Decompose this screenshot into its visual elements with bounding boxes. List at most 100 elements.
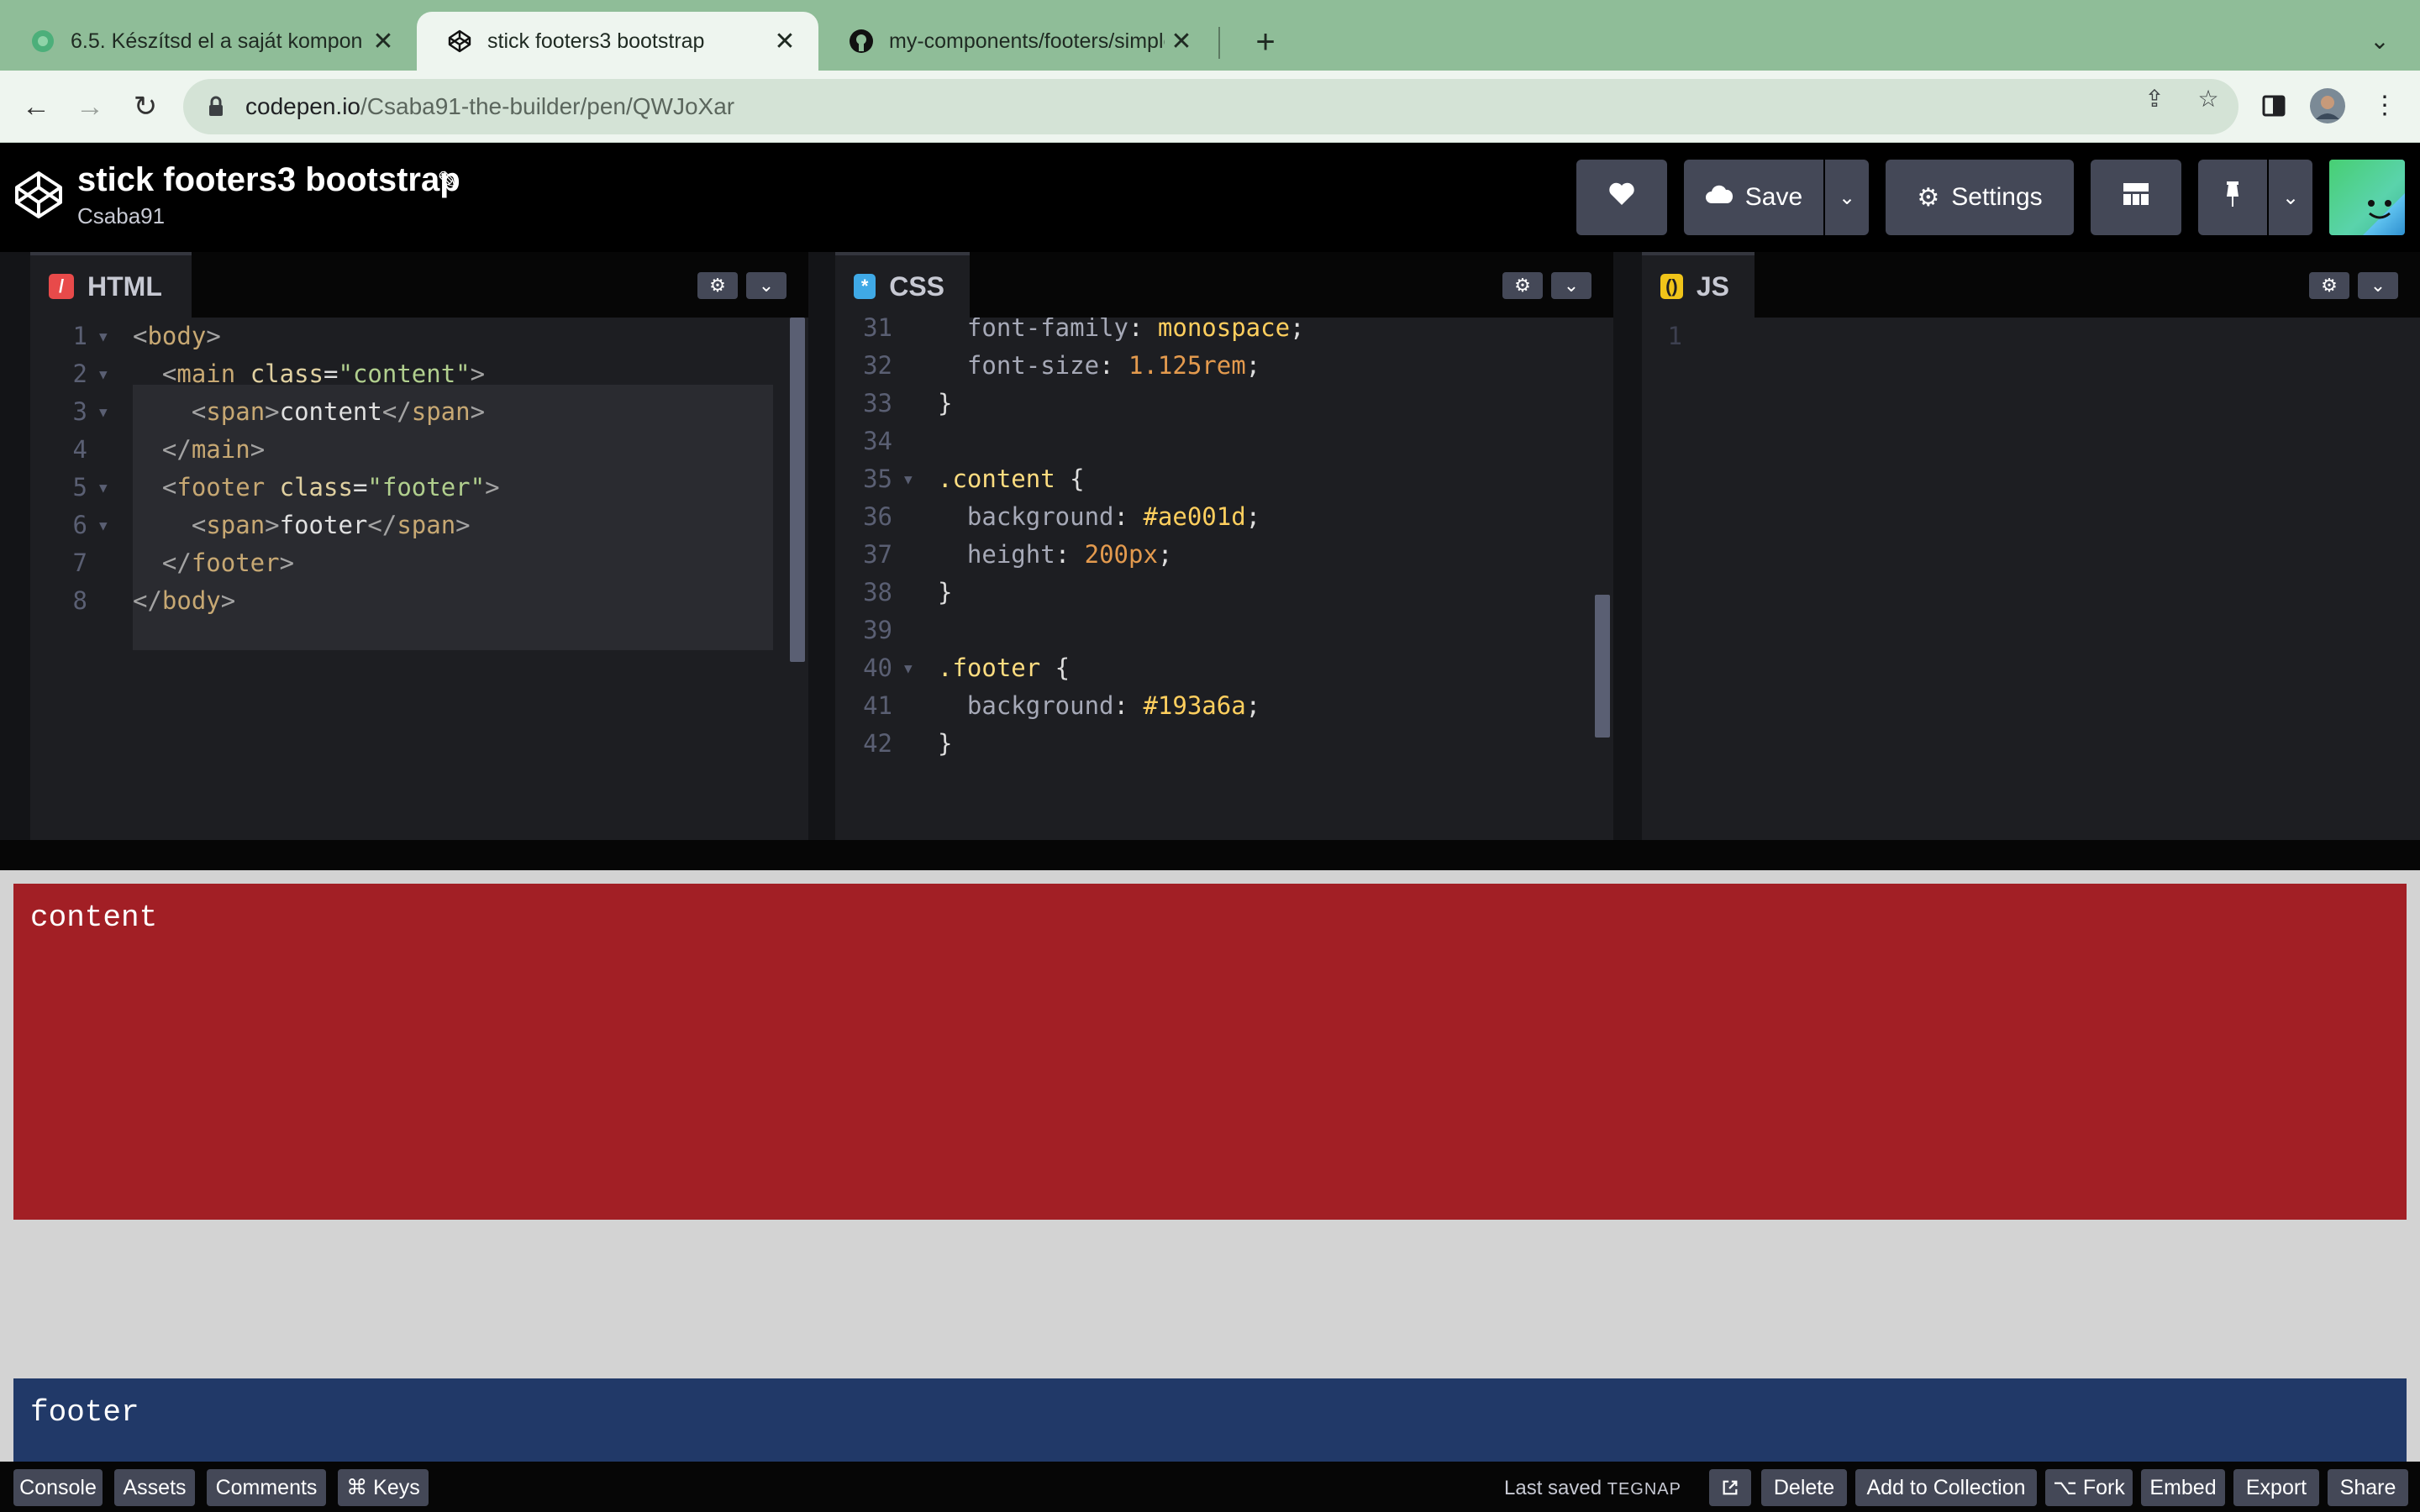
comments-button[interactable]: Comments <box>207 1469 326 1506</box>
settings-label: Settings <box>1951 183 2043 211</box>
export-button[interactable]: Export <box>2233 1469 2319 1506</box>
save-options-button[interactable]: ⌄ <box>1825 160 1869 235</box>
chevron-down-icon[interactable]: ⌄ <box>2363 20 2396 62</box>
html-scrollbar[interactable] <box>790 318 805 662</box>
code-line: 36 background: #ae001d; <box>863 502 1261 531</box>
pane-resizer[interactable] <box>0 840 2420 870</box>
save-button[interactable]: Save <box>1684 160 1823 235</box>
preview-footer-text: footer <box>30 1395 139 1430</box>
close-icon[interactable]: ✕ <box>366 27 400 56</box>
heart-button[interactable] <box>1576 160 1667 235</box>
last-saved-time: TEGNAP <box>1607 1480 1681 1499</box>
html-pane-header: / HTML ⚙ ⌄ <box>30 252 808 318</box>
settings-button[interactable]: ⚙ Settings <box>1886 160 2074 235</box>
pin-icon <box>2223 180 2243 215</box>
tab-title: my-components/footers/simple <box>889 29 1165 53</box>
share-icon[interactable]: ⇪ <box>2139 84 2170 114</box>
codepen-icon <box>447 29 472 54</box>
code-line: 5 ▼ <footer class="footer"> <box>72 473 500 501</box>
cloud-icon <box>1705 183 1733 212</box>
code-line: 32 font-size: 1.125rem; <box>863 351 1261 380</box>
js-editor-pane: () JS ⚙ ⌄ 1 <box>1642 252 2420 840</box>
css-code-editor[interactable]: 31 font-family: monospace; 32 font-size:… <box>835 318 1613 840</box>
code-line: 4 </main> <box>72 435 266 464</box>
address-bar[interactable]: codepen.io/Csaba91-the-builder/pen/QWJoX… <box>183 79 2238 134</box>
gear-icon[interactable]: ⚙ <box>697 272 738 299</box>
star-icon[interactable]: ☆ <box>2193 84 2223 114</box>
assets-button[interactable]: Assets <box>114 1469 195 1506</box>
code-line: 34 <box>863 427 892 455</box>
browser-tab-github[interactable]: my-components/footers/simple ✕ <box>818 12 1215 71</box>
tab-css[interactable]: * CSS <box>835 252 970 318</box>
gear-icon[interactable]: ⚙ <box>2309 272 2349 299</box>
code-line: 3 ▼ <span>content</span> <box>72 397 486 426</box>
fork-button[interactable]: ⌥ Fork <box>2045 1469 2133 1506</box>
url-domain: codepen.io <box>245 93 361 119</box>
preview-footer-block: footer <box>13 1378 2407 1462</box>
last-saved-label: Last saved <box>1504 1477 1602 1499</box>
gear-icon[interactable]: ⚙ <box>1502 272 1543 299</box>
js-code-editor[interactable]: 1 <box>1642 318 2420 840</box>
layout-icon <box>2123 182 2149 213</box>
html-code-editor[interactable]: 1 ▼ <body> 2 ▼ <main class="content"> 3 ▼ <s… <box>30 318 808 840</box>
tab-title: 6.5. Készítsd el a saját kompon <box>71 29 363 53</box>
code-line: 35 ▼ .content { <box>863 465 1085 493</box>
user-avatar[interactable] <box>2329 160 2405 235</box>
console-button[interactable]: Console <box>13 1469 103 1506</box>
code-line: 1 <box>1667 322 1682 350</box>
code-line: 41 background: #193a6a; <box>863 691 1261 720</box>
lock-icon[interactable] <box>203 94 229 119</box>
new-tab-icon[interactable]: + <box>1242 18 1289 66</box>
reload-icon[interactable]: ↻ <box>126 87 165 126</box>
change-view-button[interactable] <box>2091 160 2181 235</box>
tab-html[interactable]: / HTML <box>30 252 192 318</box>
css-pane-header: * CSS ⚙ ⌄ <box>835 252 1613 318</box>
more-vert-icon[interactable]: ⋮ <box>2365 86 2405 126</box>
pane-title: CSS <box>889 270 944 302</box>
last-saved-status: Last saved TEGNAP <box>1504 1477 1681 1500</box>
html-badge-icon: / <box>49 274 74 299</box>
css-scrollbar[interactable] <box>1595 595 1610 738</box>
tab-separator <box>1218 27 1220 59</box>
tab-title: stick footers3 bootstrap <box>487 29 705 53</box>
browser-tab-codepen[interactable]: stick footers3 bootstrap ✕ <box>417 12 818 71</box>
url-path: /Csaba91-the-builder/pen/QWJoXar <box>360 93 735 119</box>
close-icon[interactable]: ✕ <box>1165 27 1198 56</box>
pencil-icon[interactable]: ✎ <box>437 166 458 196</box>
add-to-collection-button[interactable]: Add to Collection <box>1855 1469 2037 1506</box>
profile-avatar[interactable] <box>2307 86 2348 126</box>
js-pane-header: () JS ⚙ ⌄ <box>1642 252 2420 318</box>
chevron-down-icon: ⌄ <box>1838 186 1856 209</box>
embed-button[interactable]: Embed <box>2141 1469 2225 1506</box>
css-badge-icon: * <box>854 274 876 299</box>
chevron-down-icon[interactable]: ⌄ <box>746 272 786 299</box>
code-line: 33} <box>863 389 953 417</box>
delete-button[interactable]: Delete <box>1761 1469 1847 1506</box>
codepen-logo-icon[interactable] <box>12 168 66 222</box>
browser-toolbar: ← → ↻ codepen.io/Csaba91-the-builder/pen… <box>0 71 2420 143</box>
chevron-down-icon[interactable]: ⌄ <box>2358 272 2398 299</box>
code-line: 2 ▼ <main class="content"> <box>72 360 486 388</box>
preview-content-text: content <box>30 900 158 935</box>
css-editor-pane: * CSS ⚙ ⌄ 31 font-family: monospace; 32 … <box>835 252 1613 840</box>
pin-button[interactable] <box>2198 160 2267 235</box>
tab-js[interactable]: () JS <box>1642 252 1754 318</box>
pin-options-button[interactable]: ⌄ <box>2269 160 2312 235</box>
side-panel-icon[interactable] <box>2254 86 2294 126</box>
editor-area: / HTML ⚙ ⌄ 1 ▼ <body> 2 ▼ <main class="cont… <box>0 252 2420 840</box>
close-icon[interactable]: ✕ <box>768 27 802 56</box>
back-icon[interactable]: ← <box>17 87 55 126</box>
pen-title[interactable]: stick footers3 bootstrap <box>77 161 460 199</box>
circle-green-icon <box>30 29 55 54</box>
browser-tab-lesson[interactable]: 6.5. Készítsd el a saját kompon ✕ <box>0 12 417 71</box>
code-line: 40 ▼ .footer { <box>863 654 1071 682</box>
keys-button[interactable]: ⌘ Keys <box>338 1469 429 1506</box>
pen-author[interactable]: Csaba91 <box>77 203 165 229</box>
preview-content-block: content <box>13 884 2407 1220</box>
share-button[interactable]: Share <box>2328 1469 2408 1506</box>
forward-icon[interactable]: → <box>71 87 109 126</box>
pane-title: JS <box>1696 270 1729 302</box>
open-external-icon[interactable] <box>1709 1469 1751 1506</box>
code-line: 38} <box>863 578 953 606</box>
chevron-down-icon[interactable]: ⌄ <box>1551 272 1591 299</box>
